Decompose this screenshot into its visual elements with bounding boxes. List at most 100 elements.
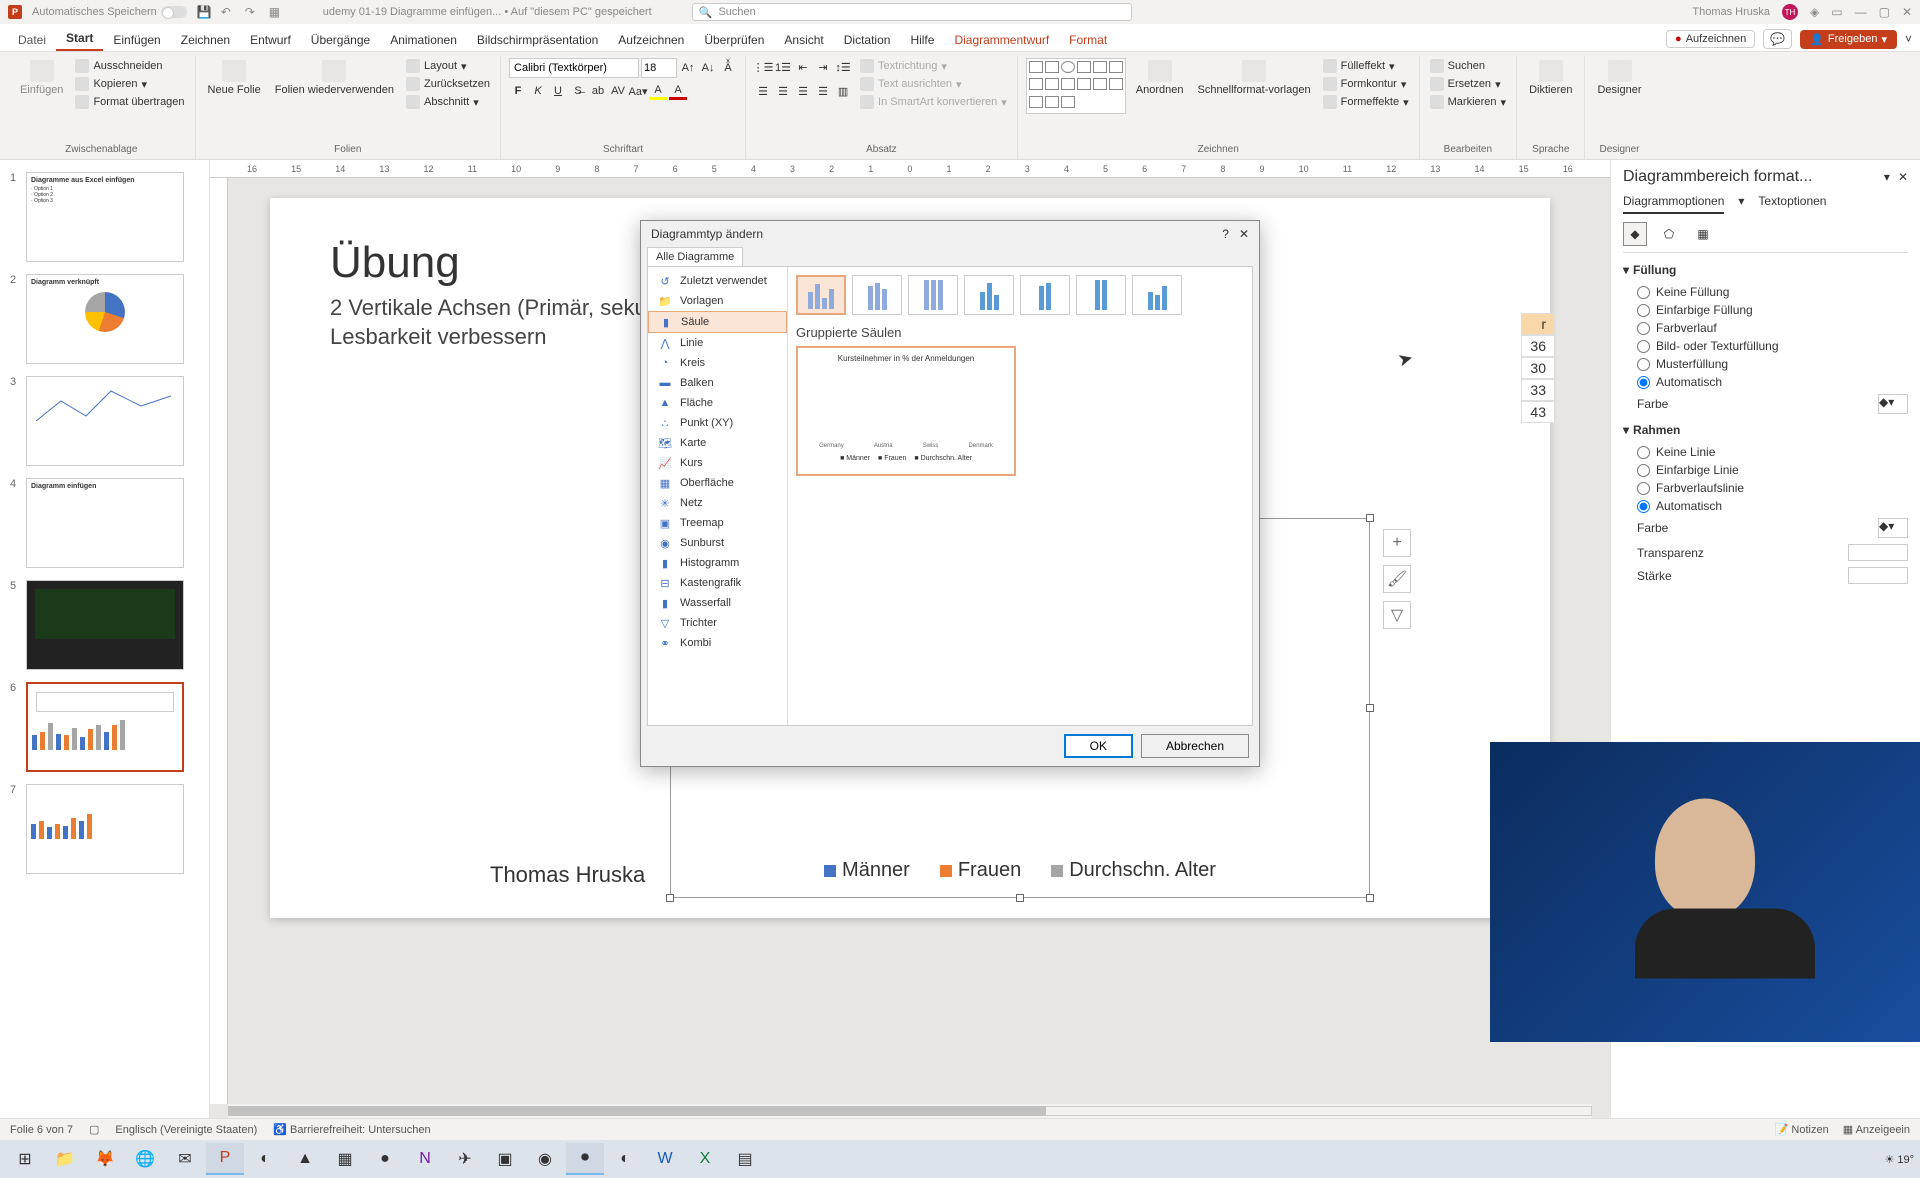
- tab-draw[interactable]: Zeichnen: [171, 29, 240, 51]
- type-templates[interactable]: 📁Vorlagen: [648, 291, 787, 311]
- copy-button[interactable]: Kopieren▾: [73, 76, 186, 92]
- redo-icon[interactable]: ↷: [245, 5, 259, 19]
- pane-close-icon[interactable]: ✕: [1898, 170, 1908, 184]
- tab-record[interactable]: Aufzeichnen: [608, 29, 694, 51]
- type-bar[interactable]: ▬Balken: [648, 373, 787, 393]
- share-button[interactable]: 👤Freigeben▾: [1800, 30, 1897, 49]
- strike-button[interactable]: S̶: [569, 82, 587, 100]
- tab-dictation[interactable]: Dictation: [834, 29, 901, 51]
- numbering-icon[interactable]: 1☰: [774, 58, 792, 76]
- subtype-stacked100[interactable]: [908, 275, 958, 315]
- type-treemap[interactable]: ▣Treemap: [648, 513, 787, 533]
- fill-color-button[interactable]: ◆▾: [1878, 394, 1908, 414]
- transparency-input[interactable]: [1848, 544, 1908, 561]
- pane-options-icon[interactable]: ▾: [1884, 170, 1890, 184]
- type-area[interactable]: ▲Fläche: [648, 393, 787, 413]
- weather-widget[interactable]: ☀ 19°: [1884, 1153, 1914, 1166]
- autosave-toggle[interactable]: Automatisches Speichern: [32, 6, 187, 18]
- language-indicator[interactable]: Englisch (Vereinigte Staaten): [115, 1124, 257, 1136]
- tab-all-charts[interactable]: Alle Diagramme: [647, 247, 743, 266]
- slide-thumb-7[interactable]: 7: [0, 778, 209, 880]
- tab-transitions[interactable]: Übergänge: [301, 29, 380, 51]
- reuse-slides-button[interactable]: Folien wiederverwenden: [271, 58, 398, 98]
- dialog-titlebar[interactable]: Diagrammtyp ändern ?✕: [641, 221, 1259, 247]
- tab-animations[interactable]: Animationen: [380, 29, 467, 51]
- ribbon-collapse-icon[interactable]: ˅: [1905, 32, 1912, 46]
- tab-insert[interactable]: Einfügen: [103, 29, 170, 51]
- search-box[interactable]: 🔍 Suchen: [692, 3, 1132, 21]
- tab-chart-design[interactable]: Diagrammentwurf: [944, 29, 1059, 51]
- onenote-icon[interactable]: N: [406, 1143, 444, 1175]
- highlight-button[interactable]: A: [649, 82, 667, 100]
- case-button[interactable]: Aa▾: [629, 82, 647, 100]
- notes-button[interactable]: 📝 Notizen: [1775, 1123, 1829, 1136]
- arrange-button[interactable]: Anordnen: [1132, 58, 1188, 98]
- font-family-combo[interactable]: [509, 58, 639, 78]
- close-icon[interactable]: ✕: [1902, 5, 1912, 19]
- chart-preview[interactable]: Kursteilnehmer in % der Anmeldungen Germ…: [796, 346, 1016, 476]
- tab-help[interactable]: Hilfe: [900, 29, 944, 51]
- underline-button[interactable]: U: [549, 82, 567, 100]
- effects-tab-icon[interactable]: ⬠: [1657, 222, 1681, 246]
- columns-icon[interactable]: ▥: [834, 82, 852, 100]
- text-direction-button[interactable]: Textrichtung▾: [858, 58, 1009, 74]
- dialog-close-icon[interactable]: ✕: [1239, 227, 1249, 241]
- undo-icon[interactable]: ↶: [221, 5, 235, 19]
- type-xy[interactable]: ∴Punkt (XY): [648, 413, 787, 433]
- paste-button[interactable]: Einfügen: [16, 58, 67, 98]
- fill-line-tab-icon[interactable]: ◆: [1623, 222, 1647, 246]
- designer-button[interactable]: Designer: [1593, 58, 1645, 98]
- fill-section-header[interactable]: ▾Füllung: [1623, 263, 1908, 277]
- shape-gallery[interactable]: [1026, 58, 1126, 114]
- type-pie[interactable]: ◔Kreis: [648, 353, 787, 373]
- shape-effects-button[interactable]: Formeffekte▾: [1321, 94, 1411, 110]
- font-size-combo[interactable]: [641, 58, 677, 78]
- file-explorer-icon[interactable]: 📁: [46, 1143, 84, 1175]
- maximize-icon[interactable]: ▢: [1879, 5, 1890, 19]
- decrease-font-icon[interactable]: A↓: [699, 59, 717, 77]
- border-color-button[interactable]: ◆▾: [1878, 518, 1908, 538]
- new-slide-button[interactable]: Neue Folie: [204, 58, 265, 98]
- border-auto-radio[interactable]: Automatisch: [1623, 497, 1908, 515]
- border-solid-radio[interactable]: Einfarbige Linie: [1623, 461, 1908, 479]
- slide-panel[interactable]: 1Diagramme aus Excel einfügen· Option 1·…: [0, 160, 210, 1118]
- chrome-icon[interactable]: 🌐: [126, 1143, 164, 1175]
- app-icon-6[interactable]: ▤: [726, 1143, 764, 1175]
- quick-styles-button[interactable]: Schnellformat-vorlagen: [1193, 58, 1314, 98]
- tab-file[interactable]: Datei: [8, 29, 56, 51]
- obs-icon[interactable]: ◉: [526, 1143, 564, 1175]
- subtype-3d-clustered[interactable]: [964, 275, 1014, 315]
- fill-auto-radio[interactable]: Automatisch: [1623, 373, 1908, 391]
- recorder-icon[interactable]: ⏺: [566, 1143, 604, 1175]
- increase-font-icon[interactable]: A↑: [679, 59, 697, 77]
- cut-button[interactable]: Ausschneiden: [73, 58, 186, 74]
- accessibility-check-icon[interactable]: ▢: [89, 1123, 99, 1136]
- slide-counter[interactable]: Folie 6 von 7: [10, 1124, 73, 1136]
- ribbon-mode-icon[interactable]: ▭: [1831, 5, 1842, 19]
- type-waterfall[interactable]: ▮Wasserfall: [648, 593, 787, 613]
- type-surface[interactable]: ▦Oberfläche: [648, 473, 787, 493]
- touch-mode-icon[interactable]: ▦: [269, 5, 283, 19]
- tab-format[interactable]: Format: [1059, 29, 1117, 51]
- ok-button[interactable]: OK: [1064, 734, 1133, 758]
- type-column[interactable]: ▮Säule: [648, 311, 787, 333]
- comments-icon[interactable]: 💬: [1763, 29, 1792, 49]
- type-line[interactable]: ⋀Linie: [648, 333, 787, 353]
- reset-button[interactable]: Zurücksetzen: [404, 76, 492, 92]
- fill-picture-radio[interactable]: Bild- oder Texturfüllung: [1623, 337, 1908, 355]
- type-boxwhisker[interactable]: ⊟Kastengrafik: [648, 573, 787, 593]
- clear-format-icon[interactable]: Aͯ: [719, 59, 737, 77]
- app-icon-3[interactable]: ●: [366, 1143, 404, 1175]
- cancel-button[interactable]: Abbrechen: [1141, 734, 1249, 758]
- shape-fill-button[interactable]: Fülleffekt▾: [1321, 58, 1411, 74]
- italic-button[interactable]: K: [529, 82, 547, 100]
- app-icon[interactable]: ◐: [246, 1143, 284, 1175]
- fill-none-radio[interactable]: Keine Füllung: [1623, 283, 1908, 301]
- tab-text-options[interactable]: Textoptionen: [1758, 194, 1826, 214]
- size-tab-icon[interactable]: ▦: [1691, 222, 1715, 246]
- tab-view[interactable]: Ansicht: [774, 29, 833, 51]
- display-settings-button[interactable]: ▦ Anzeigeein: [1843, 1123, 1910, 1136]
- app-icon-5[interactable]: ◐: [606, 1143, 644, 1175]
- firefox-icon[interactable]: 🦊: [86, 1143, 124, 1175]
- shadow-button[interactable]: ab: [589, 82, 607, 100]
